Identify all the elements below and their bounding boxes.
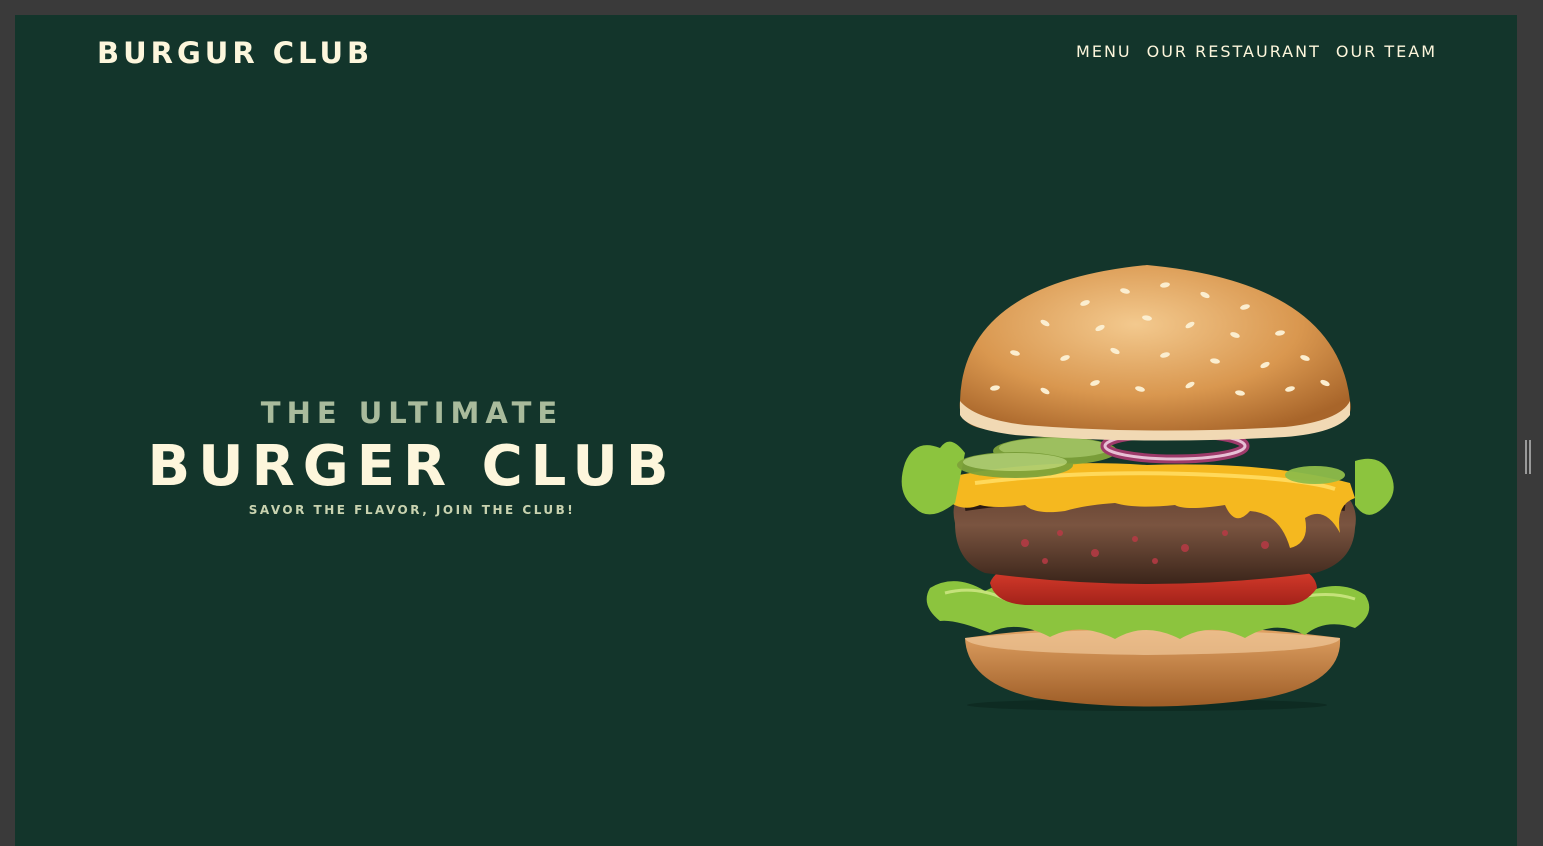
nav-link-our-team[interactable]: OUR TEAM: [1336, 42, 1437, 61]
hero-text-block: THE ULTIMATE BURGER CLUB SAVOR THE FLAVO…: [97, 395, 727, 517]
site-logo[interactable]: BURGUR CLUB: [97, 36, 373, 70]
hero-title: BURGER CLUB: [147, 434, 677, 499]
nav-link-our-restaurant[interactable]: OUR RESTAURANT: [1147, 42, 1321, 61]
landing-page: BURGUR CLUB MENU OUR RESTAURANT OUR TEAM…: [15, 15, 1517, 846]
window-frame-top: [0, 0, 1543, 15]
window-frame-left: [0, 0, 15, 846]
hero-eyebrow: THE ULTIMATE: [260, 396, 564, 430]
burger-illustration: [901, 265, 1394, 711]
hero-tagline: SAVOR THE FLAVOR, JOIN THE CLUB!: [248, 503, 576, 517]
main-nav: MENU OUR RESTAURANT OUR TEAM: [1076, 42, 1437, 61]
window-frame-right: [1517, 0, 1543, 846]
nav-link-menu[interactable]: MENU: [1076, 42, 1132, 61]
resize-grip-icon[interactable]: [1525, 440, 1533, 474]
